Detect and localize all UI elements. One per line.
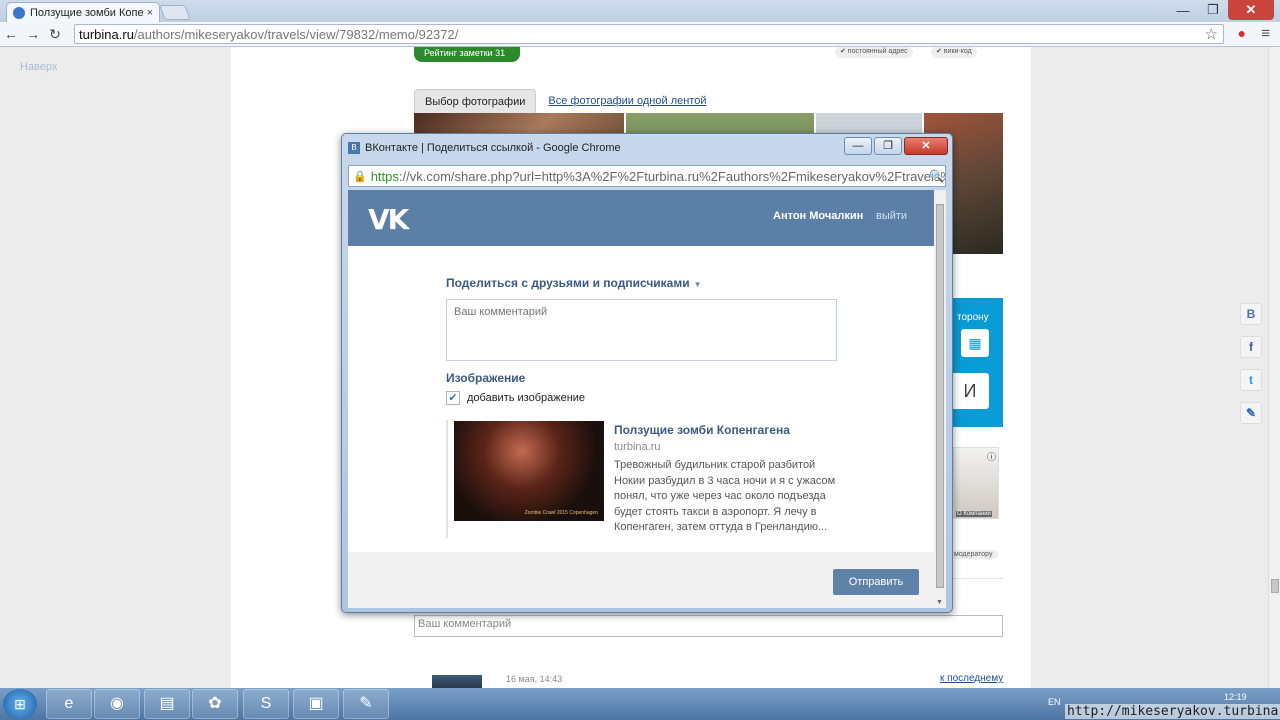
permalink-chip[interactable]: ✔ постоянный адрес	[835, 47, 913, 58]
vk-header: VK Антон Мочалкин выйти	[348, 190, 934, 246]
sidebar-widget-button[interactable]: И	[951, 373, 989, 409]
reload-button[interactable]: ↻	[44, 26, 66, 43]
language-indicator[interactable]: EN	[1048, 697, 1061, 707]
popup-content: VK Антон Мочалкин выйти Поделиться с дру…	[348, 190, 946, 608]
popup-url-scheme: https	[370, 168, 399, 184]
vk-favicon-icon: В	[348, 142, 360, 154]
browser-toolbar: ← → ↻ turbina.ru/authors/mikeseryakov/tr…	[0, 22, 1280, 47]
rating-badge[interactable]: Рейтинг заметки 31	[414, 47, 520, 62]
twitter-share-icon[interactable]: t	[1240, 369, 1262, 391]
ad-banner[interactable]: ⓘ О Компании	[953, 447, 999, 519]
popup-scrollbar[interactable]: ▼	[934, 190, 946, 608]
send-button[interactable]: Отправить	[833, 569, 919, 595]
address-bar[interactable]: turbina.ru/authors/mikeseryakov/travels/…	[74, 24, 1224, 44]
vk-logo[interactable]: VK	[368, 203, 409, 236]
zoom-icon[interactable]: 🔍	[929, 169, 944, 183]
sidebar-widget-text: торону	[957, 312, 989, 323]
restore-button[interactable]: ❐	[1198, 0, 1228, 20]
chrome-icon[interactable]: ◉	[94, 689, 140, 719]
start-button[interactable]: ⊞	[3, 689, 37, 719]
minimize-button[interactable]: —	[1168, 0, 1198, 20]
vk-footer: Отправить	[348, 552, 934, 608]
link-preview: Zombie Crawl 2015 Copenhagen Ползущие зо…	[446, 420, 836, 538]
wiki-code-chip[interactable]: ✔ вики-код	[931, 47, 977, 58]
tab-all-photos[interactable]: Все фотографии одной лентой	[548, 95, 706, 107]
back-button[interactable]: ←	[0, 26, 22, 42]
skype-icon[interactable]: S	[243, 689, 289, 719]
lock-icon: 🔒	[353, 170, 367, 183]
chevron-down-icon: ▼	[693, 280, 702, 289]
scroll-down-icon[interactable]: ▼	[936, 599, 943, 606]
close-button[interactable]: ✕	[1228, 0, 1274, 20]
popup-url-rest: ://vk.com/share.php?url=http%3A%2F%2Ftur…	[398, 168, 946, 184]
address-path: /authors/mikeseryakov/travels/view/79832…	[133, 26, 459, 42]
site-favicon-icon	[13, 6, 25, 19]
page-comment-input[interactable]: Ваш комментарий	[414, 615, 1003, 637]
go-to-last-link[interactable]: к последнему	[940, 673, 1003, 684]
popup-address-bar[interactable]: 🔒 https://vk.com/share.php?url=http%3A%2F…	[348, 165, 946, 187]
comment-date: 16 мая, 14:43	[506, 674, 563, 684]
ie-icon[interactable]: e	[46, 689, 92, 719]
address-domain: turbina.ru	[79, 26, 134, 42]
preview-image: Zombie Crawl 2015 Copenhagen	[454, 421, 604, 521]
bookmark-star-icon[interactable]: ☆	[1205, 25, 1218, 43]
extension-icon[interactable]: ●	[1238, 25, 1246, 41]
popup-minimize-button[interactable]: —	[844, 137, 872, 155]
vk-share-icon[interactable]: В	[1240, 303, 1262, 325]
page-scrollbar-thumb[interactable]	[1271, 579, 1279, 593]
popup-scrollbar-thumb[interactable]	[936, 204, 944, 588]
popup-title: ВКонтакте | Поделиться ссылкой - Google …	[365, 142, 621, 154]
image-section-title: Изображение	[446, 371, 526, 385]
share-popup-window: В ВКонтакте | Поделиться ссылкой - Googl…	[341, 133, 953, 613]
preview-domain: turbina.ru	[614, 441, 661, 453]
preview-title[interactable]: Ползущие зомби Копенгагена	[614, 423, 790, 437]
preview-description: Тревожный будильник старой разбитой Ноки…	[614, 459, 836, 533]
browser-titlebar: Ползущие зомби Копенг × — ❐ ✕	[0, 0, 1280, 22]
livejournal-share-icon[interactable]: ✎	[1240, 402, 1262, 424]
ad-label: О Компании	[956, 511, 992, 517]
share-comment-input[interactable]	[446, 299, 837, 361]
avatar[interactable]	[432, 675, 482, 688]
facebook-share-icon[interactable]: f	[1240, 336, 1262, 358]
remote-desktop-icon[interactable]: ▣	[293, 689, 339, 719]
share-audience-label: Поделиться с друзьями и подписчиками	[446, 276, 690, 290]
vk-logout-link[interactable]: выйти	[876, 210, 907, 222]
ad-info-icon[interactable]: ⓘ	[987, 450, 996, 463]
sidebar-widget: торону ▦ И	[951, 298, 1003, 427]
window-controls: — ❐ ✕	[1168, 0, 1274, 20]
page-scrollbar[interactable]	[1268, 47, 1280, 688]
share-audience-dropdown[interactable]: Поделиться с друзьями и подписчиками ▼	[446, 276, 702, 290]
clock[interactable]: 12:19	[1224, 692, 1247, 702]
add-image-checkbox[interactable]: ✔ добавить изображение	[446, 391, 585, 405]
forward-button[interactable]: →	[22, 26, 44, 42]
calendar-icon[interactable]: ▦	[961, 329, 989, 357]
popup-close-button[interactable]: ✕	[904, 137, 948, 155]
explorer-icon[interactable]: ▤	[144, 689, 190, 719]
checkbox-check-icon[interactable]: ✔	[446, 391, 460, 405]
tab-close-icon[interactable]: ×	[147, 7, 153, 19]
watermark: http://mikeseryakov.turbina.ru	[1065, 704, 1280, 719]
preview-image-caption: Zombie Crawl 2015 Copenhagen	[524, 510, 598, 516]
popup-titlebar: В ВКонтакте | Поделиться ссылкой - Googl…	[348, 142, 621, 154]
icq-icon[interactable]: ✿	[192, 689, 238, 719]
vk-user-name[interactable]: Антон Мочалкин	[773, 210, 863, 222]
new-tab-button[interactable]	[159, 5, 191, 20]
paint-icon[interactable]: ✎	[343, 689, 389, 719]
photo-tabs: Выбор фотографии Все фотографии одной ле…	[414, 89, 706, 113]
popup-restore-button[interactable]: ❐	[874, 137, 902, 155]
scroll-top-link[interactable]: Наверх	[20, 61, 57, 73]
report-moderator-button[interactable]: модератору	[949, 550, 998, 559]
tab-photo-select[interactable]: Выбор фотографии	[414, 89, 537, 113]
add-image-label: добавить изображение	[467, 392, 586, 404]
tab-title: Ползущие зомби Копенг	[30, 6, 143, 19]
popup-window-controls: — ❐ ✕	[844, 137, 948, 155]
browser-tab[interactable]: Ползущие зомби Копенг ×	[6, 2, 160, 22]
chrome-menu-icon[interactable]: ≡	[1261, 25, 1270, 42]
